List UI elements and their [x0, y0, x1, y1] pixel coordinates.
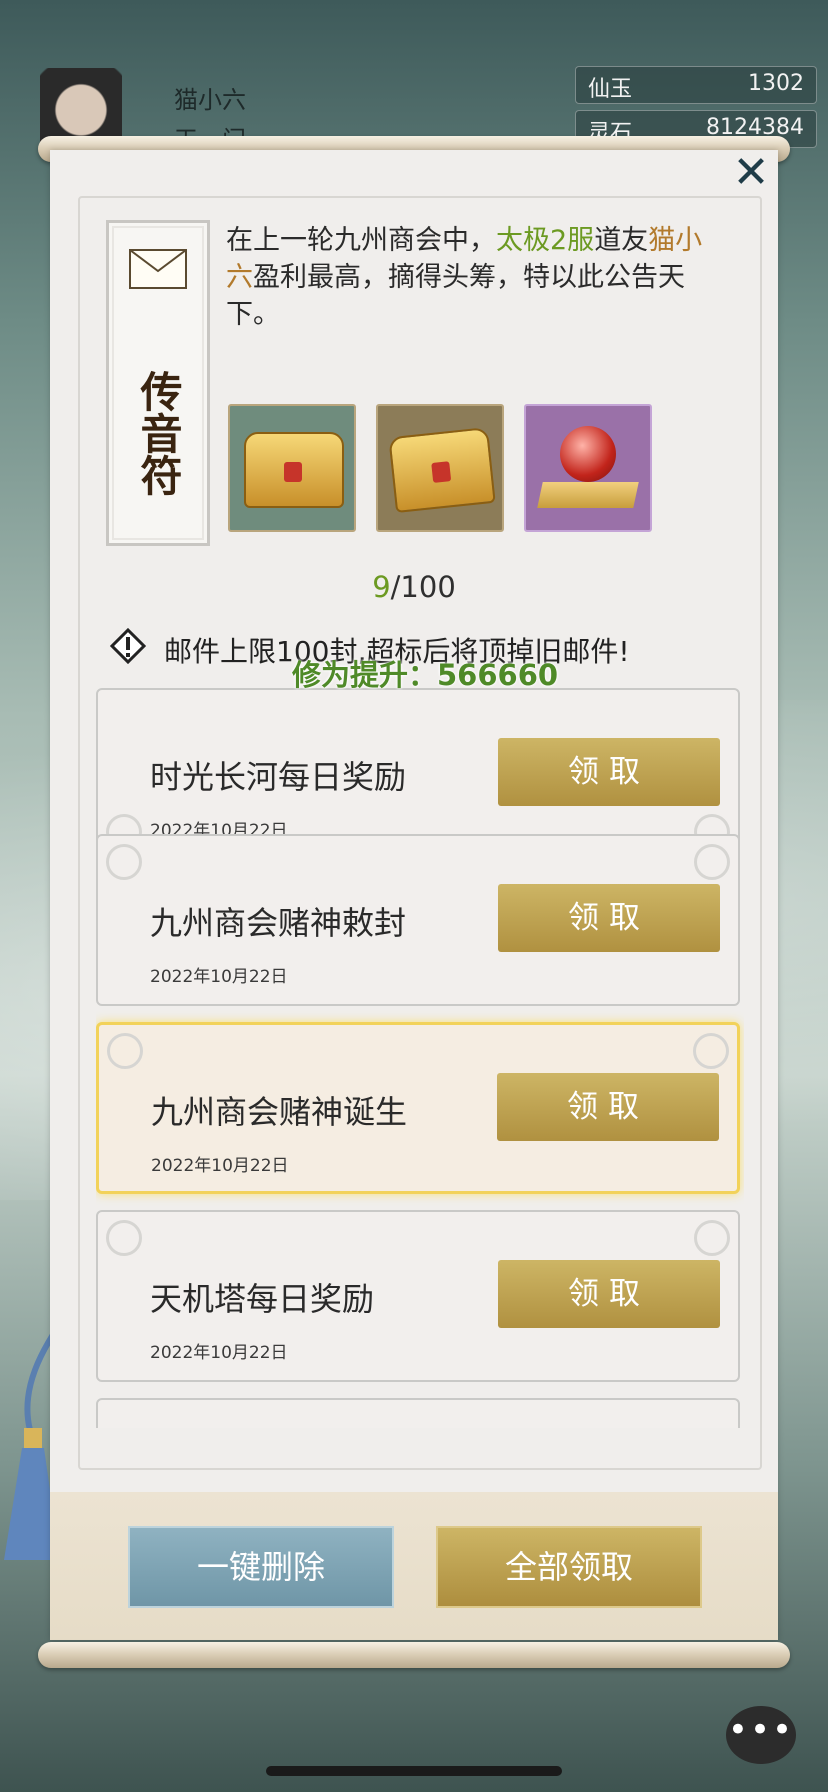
- announcement-middle: 道友: [594, 225, 649, 256]
- corner-ornament: [106, 1220, 142, 1256]
- corner-ornament: [694, 1220, 730, 1256]
- talisman-badge: 传音符: [106, 220, 210, 546]
- mail-title: 天机塔每日奖励: [150, 1280, 375, 1318]
- announcement-server: 太极2服: [496, 225, 595, 256]
- reward-treasure-chest[interactable]: [228, 404, 356, 532]
- close-button[interactable]: ✕: [728, 150, 774, 196]
- claim-button[interactable]: 领取: [498, 738, 720, 806]
- mail-title: 九州商会赌神诞生: [151, 1093, 408, 1131]
- delete-all-button[interactable]: 一键删除: [128, 1526, 394, 1608]
- mail-item[interactable]: 天机塔每日奖励 2022年10月22日 领取: [96, 1210, 740, 1382]
- mail-count-current: 9: [372, 570, 391, 604]
- envelope-icon: [129, 249, 187, 289]
- reward-golden-chest[interactable]: [376, 404, 504, 532]
- currency-value: 1302: [748, 71, 804, 96]
- corner-ornament: [694, 844, 730, 880]
- mail-list[interactable]: 时光长河每日奖励 2022年10月22日 领取 九州商会赌神敕封 2022年10…: [96, 688, 744, 1428]
- mail-item-selected[interactable]: 九州商会赌神诞生 2022年10月22日 领取: [96, 1022, 740, 1194]
- red-orb-icon: [560, 426, 616, 482]
- home-indicator[interactable]: [266, 1766, 562, 1776]
- talisman-title: 传音符: [134, 370, 183, 496]
- claim-button[interactable]: 领取: [498, 884, 720, 952]
- mail-title: 时光长河每日奖励: [150, 758, 407, 796]
- mail-item-partial[interactable]: [96, 1398, 740, 1428]
- corner-ornament: [106, 844, 142, 880]
- treasure-chest-icon: [244, 432, 344, 508]
- announcement-prefix: 在上一轮九州商会中，: [226, 225, 496, 256]
- announcement-suffix: 盈利最高，摘得头筹，特以此公告天下。: [226, 262, 685, 330]
- reward-red-orb[interactable]: [524, 404, 652, 532]
- claim-all-button[interactable]: 全部领取: [436, 1526, 702, 1608]
- mail-item[interactable]: 九州商会赌神敕封 2022年10月22日 领取: [96, 834, 740, 1006]
- player-name: 猫小六: [174, 86, 246, 114]
- orb-stand-icon: [537, 482, 639, 508]
- corner-ornament: [693, 1033, 729, 1069]
- scroll-rod-bottom: [38, 1642, 790, 1668]
- mail-title: 九州商会赌神敕封: [150, 904, 407, 942]
- mail-date: 2022年10月22日: [151, 1156, 289, 1176]
- announcement-text: 在上一轮九州商会中，太极2服道友猫小六盈利最高，摘得头筹，特以此公告天下。: [226, 222, 720, 333]
- mail-date: 2022年10月22日: [150, 1343, 288, 1363]
- mail-count-total: /100: [390, 570, 456, 604]
- mail-date: 2022年10月22日: [150, 967, 288, 987]
- mail-count: 9/100: [0, 570, 828, 604]
- chat-button[interactable]: •••: [726, 1706, 796, 1764]
- cultivation-gain-popup: 修为提升：566660: [292, 658, 559, 692]
- currency-xianyu[interactable]: 仙玉 1302: [575, 66, 817, 104]
- corner-ornament: [107, 1033, 143, 1069]
- claim-button[interactable]: 领取: [498, 1260, 720, 1328]
- golden-chest-icon: [388, 426, 496, 514]
- warning-icon: [110, 628, 146, 664]
- currency-label: 仙玉: [588, 77, 633, 102]
- claim-button[interactable]: 领取: [497, 1073, 719, 1141]
